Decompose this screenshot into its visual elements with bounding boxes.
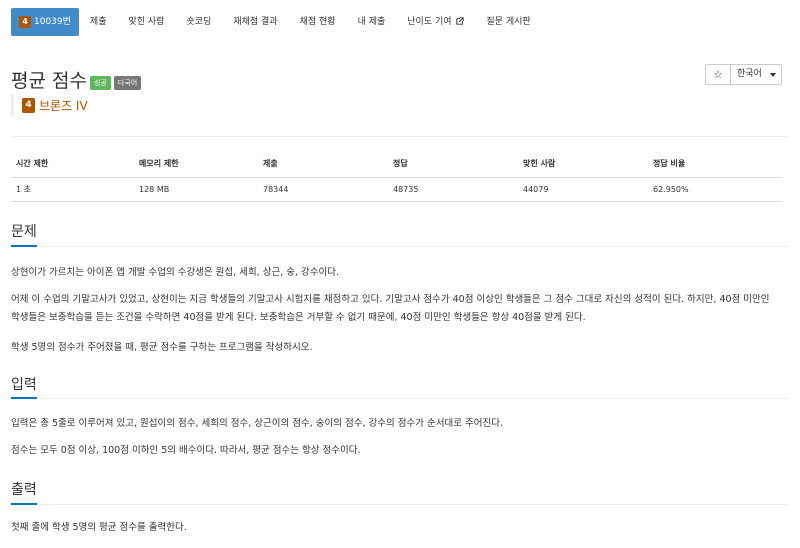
- section-divider: [11, 398, 789, 399]
- section-underline: [11, 397, 37, 399]
- divider: [11, 136, 789, 137]
- paragraph: 상현이가 가르치는 아이폰 앱 개발 수업의 수강생은 원섭, 세희, 상근, …: [11, 267, 339, 278]
- page-title: 평균 점수: [11, 70, 87, 92]
- status-badge-multilang: 다국어: [113, 75, 142, 90]
- cell-submissions: 78344: [258, 177, 388, 202]
- section-title-input: 입력: [11, 377, 37, 393]
- section-title-output: 출력: [11, 482, 37, 498]
- section-divider: [11, 504, 789, 505]
- tab-difficulty-contribution[interactable]: 난이도 기여: [396, 8, 475, 36]
- table-header-row: 시간 제한 메모리 제한 제출 정답 맞힌 사람 정답 비율: [11, 150, 782, 178]
- tab-short-coding[interactable]: 숏코딩: [175, 8, 222, 36]
- problem-header: 평균 점수 성공 다국어: [11, 66, 142, 93]
- section-title-description: 문제: [11, 224, 37, 240]
- tab-question-board[interactable]: 질문 게시판: [475, 8, 541, 36]
- tier-label[interactable]: 브론즈 IV: [39, 97, 88, 114]
- problem-menu: 4 10039번 제출 맞힌 사람 숏코딩 재채점 결과 채점 현황 내 제출 …: [11, 8, 789, 36]
- cell-accepted: 48735: [388, 177, 518, 202]
- header-memory-limit: 메모리 제한: [134, 150, 258, 178]
- tab-submit[interactable]: 제출: [79, 8, 118, 36]
- tab-status[interactable]: 채점 현황: [289, 8, 347, 36]
- language-dropdown[interactable]: 한국어: [730, 64, 782, 85]
- paragraph: 첫째 줄에 학생 5명의 평균 점수를 출력한다.: [11, 522, 187, 533]
- section-underline: [11, 503, 37, 505]
- header-accepted: 정답: [388, 150, 518, 178]
- status-badge-success: 성공: [89, 75, 111, 90]
- paragraph: 학생 5명의 점수가 주어졌을 때, 평균 점수를 구하는 프로그램을 작성하시…: [11, 342, 313, 353]
- section-underline: [11, 245, 37, 247]
- tab-problem[interactable]: 4 10039번: [11, 8, 79, 36]
- cell-time-limit: 1 초: [11, 177, 134, 202]
- tab-solved-users[interactable]: 맞힌 사람: [117, 8, 175, 36]
- section-divider: [11, 246, 789, 247]
- tab-problem-label: 10039번: [34, 17, 71, 27]
- header-time-limit: 시간 제한: [11, 150, 134, 178]
- paragraph: 입력은 총 5줄로 이루어져 있고, 원섭이의 점수, 세희의 점수, 상근이의…: [11, 418, 504, 429]
- header-solved-users: 맞힌 사람: [518, 150, 648, 178]
- paragraph: 어제 이 수업의 기말고사가 있었고, 상현이는 지금 학생들의 기말고사 시험…: [11, 294, 770, 323]
- favorite-star-button[interactable]: ☆: [705, 64, 731, 85]
- cell-accuracy: 62.950%: [648, 177, 782, 202]
- header-accuracy: 정답 비율: [648, 150, 782, 178]
- tab-my-submissions[interactable]: 내 제출: [347, 8, 397, 36]
- tab-rejudge-results[interactable]: 재채점 결과: [222, 8, 288, 36]
- tab-difficulty-label: 난이도 기여: [407, 17, 452, 27]
- table-row: 1 초 128 MB 78344 48735 44079 62.950%: [11, 177, 782, 202]
- tier-info: 4 브론즈 IV: [11, 94, 88, 116]
- cell-solved-users: 44079: [518, 177, 648, 202]
- external-link-icon: [456, 17, 465, 25]
- bronze-tier-icon: 4: [19, 16, 31, 28]
- cell-memory-limit: 128 MB: [134, 177, 258, 202]
- language-label: 한국어: [737, 69, 762, 79]
- header-submissions: 제출: [258, 150, 388, 178]
- chevron-down-icon: [770, 73, 776, 77]
- paragraph: 점수는 모두 0점 이상, 100점 이하인 5의 배수이다. 따라서, 평균 …: [11, 445, 361, 456]
- bronze-tier-icon: 4: [22, 97, 35, 113]
- problem-info-table: 시간 제한 메모리 제한 제출 정답 맞힌 사람 정답 비율 1 초 128 M…: [11, 150, 782, 202]
